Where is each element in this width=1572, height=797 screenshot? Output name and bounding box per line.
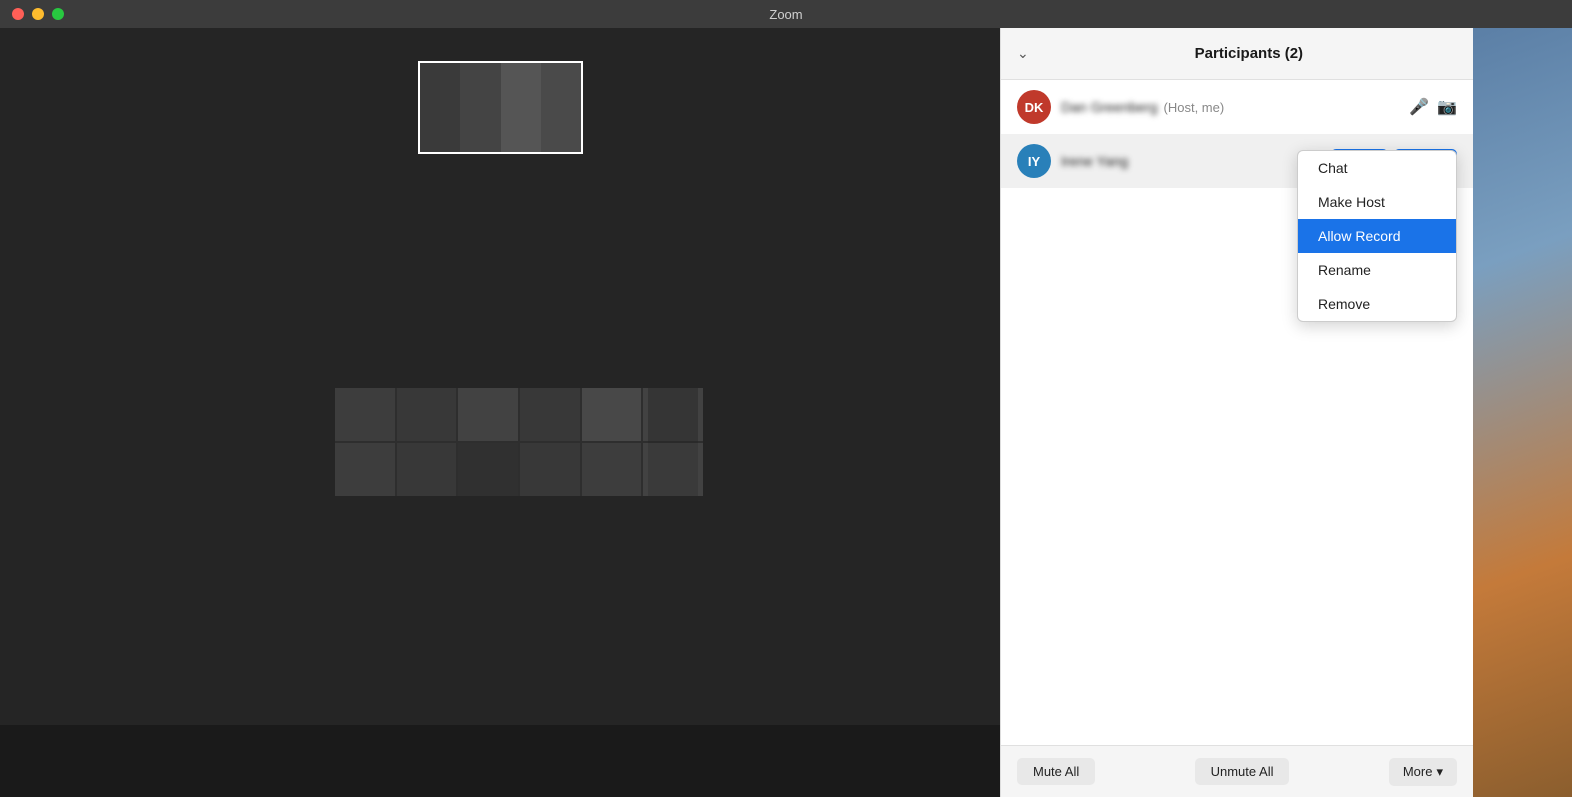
- avatar: DK: [1017, 90, 1051, 124]
- minimize-button[interactable]: [32, 8, 44, 20]
- participants-panel: ⌄ Participants (2) DK Dan Greenberg (Hos…: [1000, 28, 1473, 797]
- camera-off-icon: 📷: [1437, 97, 1457, 117]
- participant-icons: 🎤 📷: [1409, 97, 1457, 117]
- footer-more-button[interactable]: More ▾: [1389, 758, 1457, 786]
- video-content: [0, 28, 1000, 725]
- dropdown-item-rename[interactable]: Rename: [1298, 253, 1456, 287]
- unmute-all-button[interactable]: Unmute All: [1195, 758, 1290, 785]
- footer-more-chevron-icon: ▾: [1436, 764, 1443, 780]
- host-label: (Host, me): [1164, 100, 1225, 115]
- mute-all-button[interactable]: Mute All: [1017, 758, 1095, 785]
- video-thumbnail: [418, 61, 583, 154]
- dropdown-item-allow-record[interactable]: Allow Record: [1298, 219, 1456, 253]
- title-bar: Zoom: [0, 0, 1572, 28]
- more-dropdown-menu: Chat Make Host Allow Record Rename Remov…: [1297, 150, 1457, 322]
- participant-name: Irene Yang: [1061, 153, 1321, 169]
- main-container: ⌄ Participants (2) DK Dan Greenberg (Hos…: [0, 28, 1572, 797]
- panel-footer: Mute All Unmute All More ▾: [1001, 745, 1473, 797]
- mic-icon: 🎤: [1409, 97, 1429, 117]
- avatar: IY: [1017, 144, 1051, 178]
- dropdown-item-chat[interactable]: Chat: [1298, 151, 1456, 185]
- panel-header: ⌄ Participants (2): [1001, 28, 1473, 80]
- window-controls[interactable]: [12, 8, 64, 20]
- participant-item[interactable]: DK Dan Greenberg (Host, me) 🎤 📷: [1001, 80, 1473, 134]
- video-toolbar: [0, 725, 1000, 797]
- dropdown-item-make-host[interactable]: Make Host: [1298, 185, 1456, 219]
- dropdown-item-remove[interactable]: Remove: [1298, 287, 1456, 321]
- panel-collapse-button[interactable]: ⌄: [1017, 45, 1029, 62]
- panel-title: Participants (2): [1041, 45, 1457, 62]
- video-area: [0, 28, 1000, 797]
- desktop-background: [1473, 28, 1572, 797]
- app-title: Zoom: [769, 7, 802, 22]
- participant-display-name: Irene Yang: [1061, 153, 1128, 169]
- maximize-button[interactable]: [52, 8, 64, 20]
- video-side: [648, 388, 698, 496]
- close-button[interactable]: [12, 8, 24, 20]
- participant-name: Dan Greenberg (Host, me): [1061, 99, 1399, 115]
- participant-display-name: Dan Greenberg: [1061, 99, 1158, 115]
